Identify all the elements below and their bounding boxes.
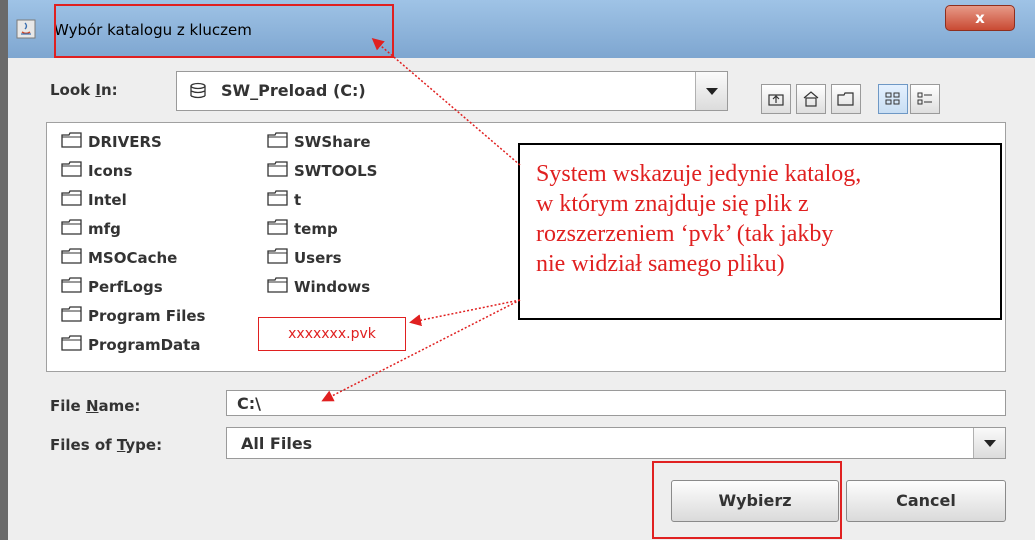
folder-icon: [61, 132, 83, 152]
folder-item[interactable]: temp: [267, 219, 338, 241]
background-edge: [0, 0, 8, 540]
folder-item[interactable]: t: [267, 190, 301, 212]
up-one-level-button[interactable]: [761, 84, 791, 114]
callout-line: nie widział samego pliku): [536, 251, 785, 277]
list-view-button[interactable]: [878, 84, 908, 114]
folder-name: Users: [294, 249, 342, 267]
folder-icon: [61, 190, 83, 210]
folder-icon: [61, 335, 83, 355]
folder-item[interactable]: Icons: [61, 161, 132, 183]
folder-name: Intel: [88, 191, 127, 209]
callout-line: rozszerzeniem ‘pvk’ (tak jakby: [536, 221, 834, 247]
folder-icon: [61, 306, 83, 326]
look-in-value: SW_Preload (C:): [221, 81, 366, 100]
folder-icon: [267, 132, 289, 152]
folder-icon: [61, 161, 83, 181]
look-in-label-a: Look: [50, 81, 96, 99]
folder-icon: [267, 248, 289, 268]
folder-icon: [267, 190, 289, 210]
file-name-field[interactable]: C:\: [226, 390, 1006, 416]
folder-name: Icons: [88, 162, 133, 180]
file-name-label-mnemonic: N: [85, 397, 99, 415]
folder-item[interactable]: Program Files: [61, 306, 205, 328]
up-folder-icon: [768, 94, 784, 106]
folder-item[interactable]: mfg: [61, 219, 121, 241]
home-icon: [803, 91, 819, 107]
file-type-value: All Files: [241, 434, 313, 453]
folder-item[interactable]: ProgramData: [61, 335, 200, 357]
file-type-label-b: ype:: [125, 436, 163, 454]
details-view-button[interactable]: [910, 84, 940, 114]
callout-line: System wskazuje jedynie katalog,: [536, 161, 862, 187]
list-view-icon: [885, 92, 900, 105]
java-app-icon: [16, 19, 36, 39]
home-button[interactable]: [796, 84, 826, 114]
folder-item[interactable]: Windows: [267, 277, 370, 299]
cancel-button[interactable]: Cancel: [846, 480, 1006, 522]
folder-name: PerfLogs: [88, 278, 163, 296]
chevron-down-icon[interactable]: [973, 428, 1005, 458]
folder-icon: [267, 161, 289, 181]
file-name-value: C:\: [237, 394, 261, 413]
close-icon: x: [975, 9, 985, 27]
new-folder-icon: [837, 92, 854, 106]
folder-name: t: [294, 191, 302, 209]
folder-name: DRIVERS: [88, 133, 162, 151]
folder-item[interactable]: Users: [267, 248, 342, 270]
folder-name: mfg: [88, 220, 121, 238]
look-in-label-b: n:: [100, 81, 118, 99]
folder-icon: [61, 277, 83, 297]
create-new-folder-button[interactable]: [831, 84, 861, 114]
look-in-label: Look In:: [50, 81, 118, 99]
file-type-combo[interactable]: All Files: [226, 427, 1006, 459]
folder-name: SWTOOLS: [294, 162, 378, 180]
folder-name: SWShare: [294, 133, 371, 151]
folder-name: Program Files: [88, 307, 206, 325]
folder-item[interactable]: PerfLogs: [61, 277, 163, 299]
title-highlight-box: [54, 4, 394, 58]
folder-item[interactable]: SWTOOLS: [267, 161, 377, 183]
file-type-label: Files of Type:: [50, 436, 162, 454]
folder-icon: [61, 248, 83, 268]
annotation-callout: System wskazuje jedynie katalog, w który…: [518, 143, 1002, 320]
folder-icon: [61, 219, 83, 239]
folder-name: ProgramData: [88, 336, 201, 354]
folder-item[interactable]: Intel: [61, 190, 127, 212]
pvk-file-annotation: xxxxxxx.pvk: [258, 317, 406, 351]
file-name-label: File Name:: [50, 397, 140, 415]
folder-item[interactable]: SWShare: [267, 132, 371, 154]
look-in-combo[interactable]: SW_Preload (C:): [176, 71, 728, 111]
file-name-label-a: File: [50, 397, 86, 415]
choose-button-highlight-box: [652, 461, 842, 539]
folder-item[interactable]: DRIVERS: [61, 132, 162, 154]
folder-item[interactable]: MSOCache: [61, 248, 177, 270]
folder-name: temp: [294, 220, 338, 238]
details-view-icon: [917, 92, 932, 105]
folder-name: Windows: [294, 278, 371, 296]
folder-icon: [267, 219, 289, 239]
close-button[interactable]: x: [945, 5, 1015, 31]
callout-line: w którym znajduje się plik z: [536, 191, 809, 217]
folder-name: MSOCache: [88, 249, 178, 267]
drive-icon: [189, 82, 207, 104]
file-name-label-b: ame:: [98, 397, 141, 415]
chevron-down-icon[interactable]: [695, 72, 727, 110]
file-type-label-a: Files of: [50, 436, 117, 454]
folder-icon: [267, 277, 289, 297]
